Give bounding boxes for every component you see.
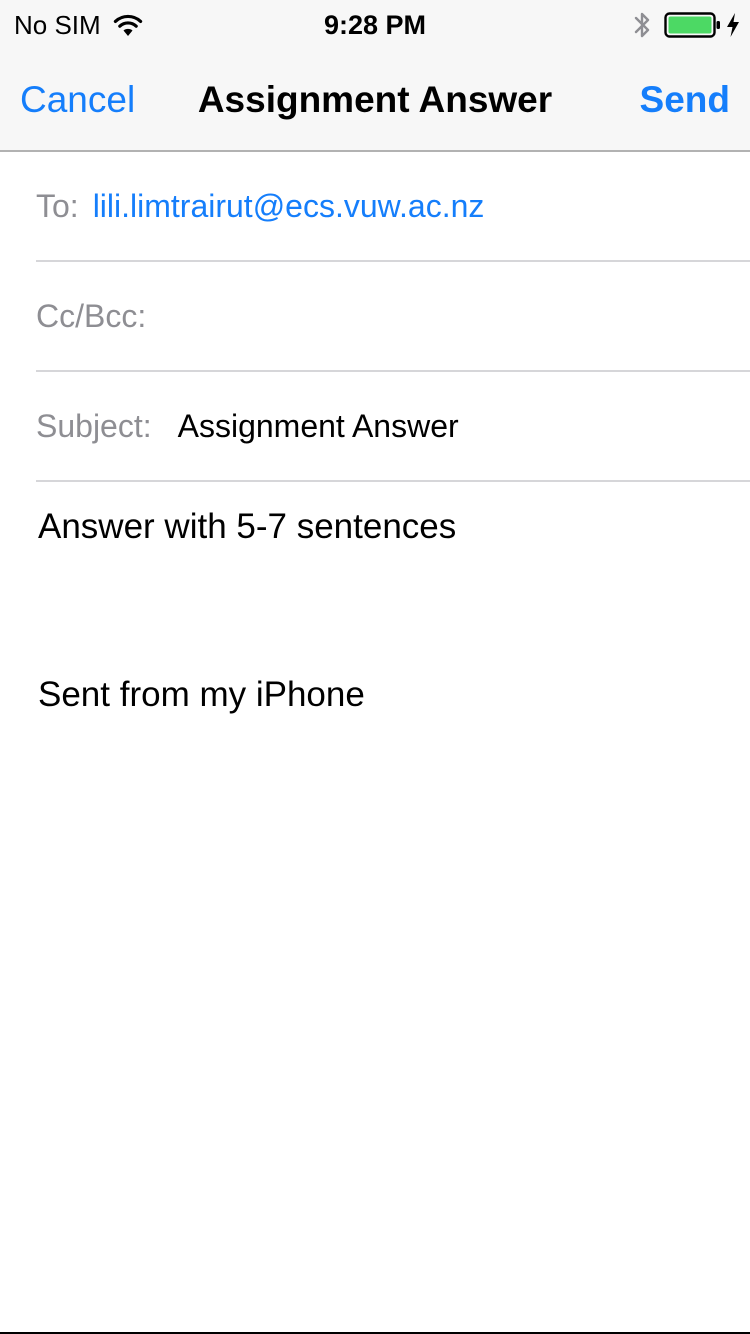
subject-input[interactable]: Assignment Answer xyxy=(178,406,459,446)
signature-text[interactable]: Sent from my iPhone xyxy=(38,674,728,716)
to-field[interactable]: To: lili.limtrairut@ecs.vuw.ac.nz xyxy=(36,152,750,262)
status-icons xyxy=(632,9,740,41)
subject-label: Subject: xyxy=(36,408,152,444)
send-button[interactable]: Send xyxy=(640,78,730,122)
cc-bcc-field[interactable]: Cc/Bcc: xyxy=(36,262,750,372)
charging-bolt-icon xyxy=(727,13,739,37)
top-bar: No SIM 9:28 PM Cancel Assignment Answer … xyxy=(0,0,750,152)
mail-compose-screen: No SIM 9:28 PM Cancel Assignment Answer … xyxy=(0,0,750,1334)
navigation-bar: Cancel Assignment Answer Send xyxy=(0,50,750,150)
bluetooth-icon xyxy=(634,12,650,38)
message-body[interactable]: Answer with 5-7 sentences xyxy=(38,506,728,548)
subject-field[interactable]: Subject: Assignment Answer xyxy=(36,372,750,482)
battery-icon xyxy=(664,12,720,38)
status-bar: No SIM 9:28 PM xyxy=(0,0,750,50)
cancel-button[interactable]: Cancel xyxy=(20,78,135,122)
to-label: To: xyxy=(36,188,79,224)
to-recipient[interactable]: lili.limtrairut@ecs.vuw.ac.nz xyxy=(93,186,485,226)
cc-bcc-label: Cc/Bcc: xyxy=(36,298,147,334)
